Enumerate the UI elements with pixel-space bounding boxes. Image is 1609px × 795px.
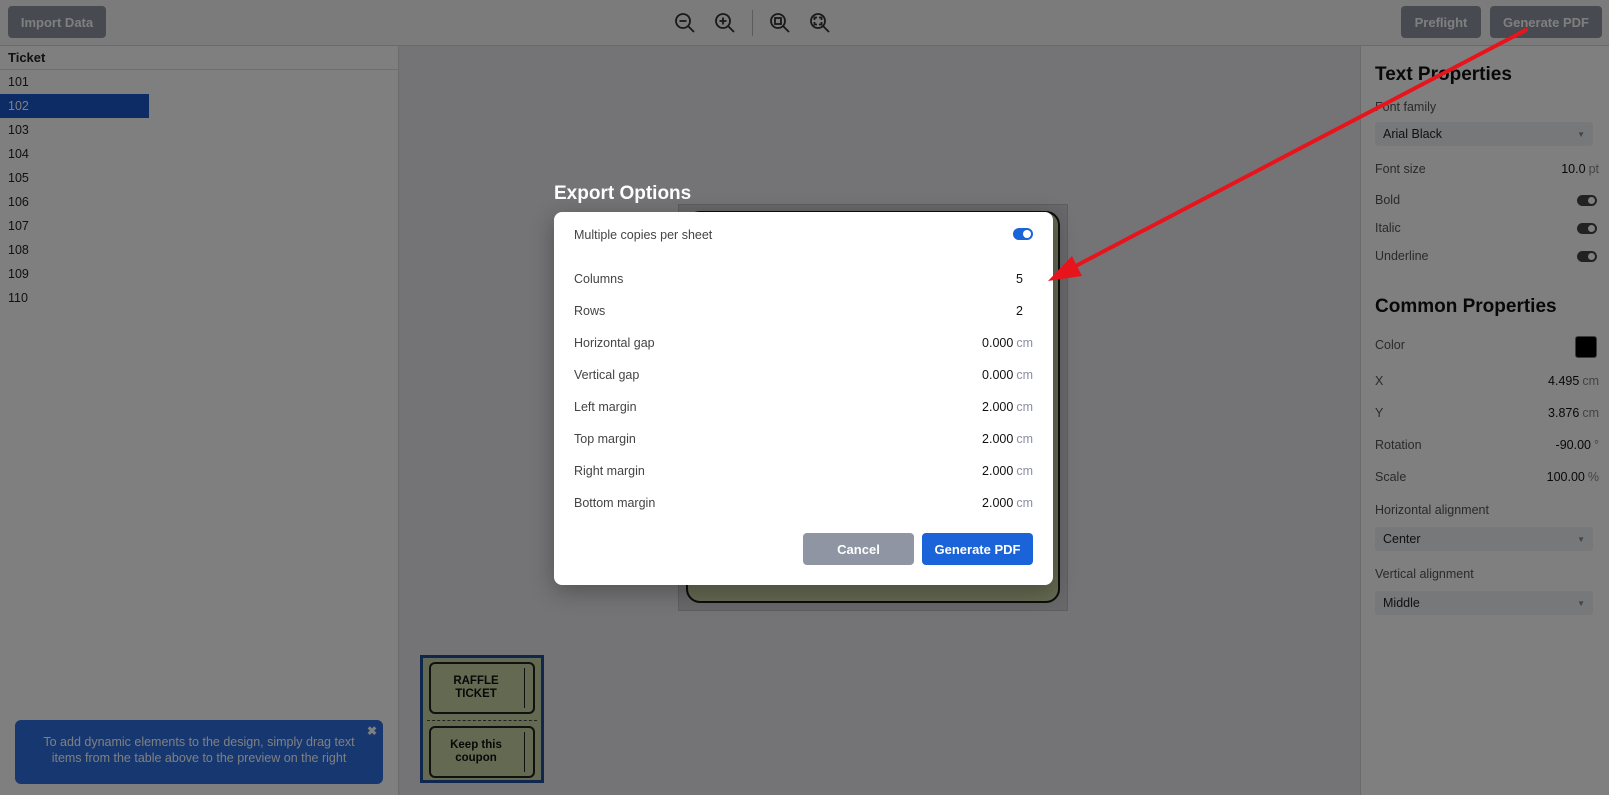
generate-pdf-button[interactable]: Generate PDF — [922, 533, 1033, 565]
right-margin-input[interactable]: 2.000 cm — [982, 464, 1033, 478]
left-margin-unit: cm — [1016, 400, 1033, 414]
top-margin-input[interactable]: 2.000 cm — [982, 432, 1033, 446]
rows-label: Rows — [574, 304, 606, 318]
columns-label: Columns — [574, 272, 624, 286]
right-margin-unit: cm — [1016, 464, 1033, 478]
top-margin-unit: cm — [1016, 432, 1033, 446]
vertical-gap-label: Vertical gap — [574, 368, 640, 382]
right-margin-label: Right margin — [574, 464, 645, 478]
export-options-title: Export Options — [554, 183, 692, 204]
vertical-gap-value: 0.000 — [982, 368, 1014, 382]
horizontal-gap-label: Horizontal gap — [574, 336, 655, 350]
left-margin-input[interactable]: 2.000 cm — [982, 400, 1033, 414]
horizontal-gap-unit: cm — [1016, 336, 1033, 350]
multiple-copies-toggle[interactable] — [1013, 228, 1033, 240]
left-margin-value: 2.000 — [982, 400, 1014, 414]
columns-input[interactable]: 5 — [1016, 272, 1023, 286]
bottom-margin-value: 2.000 — [982, 496, 1014, 510]
vertical-gap-unit: cm — [1016, 368, 1033, 382]
bottom-margin-input[interactable]: 2.000 cm — [982, 496, 1033, 510]
cancel-button[interactable]: Cancel — [803, 533, 914, 565]
top-margin-value: 2.000 — [982, 432, 1014, 446]
left-margin-label: Left margin — [574, 400, 637, 414]
bottom-margin-label: Bottom margin — [574, 496, 656, 510]
rows-input[interactable]: 2 — [1016, 304, 1023, 318]
bottom-margin-unit: cm — [1016, 496, 1033, 510]
right-margin-value: 2.000 — [982, 464, 1014, 478]
top-margin-label: Top margin — [574, 432, 636, 446]
horizontal-gap-input[interactable]: 0.000 cm — [982, 336, 1033, 350]
multiple-copies-label: Multiple copies per sheet — [574, 228, 713, 242]
export-options-dialog: Multiple copies per sheet Columns 5 Rows… — [554, 212, 1053, 585]
vertical-gap-input[interactable]: 0.000 cm — [982, 368, 1033, 382]
horizontal-gap-value: 0.000 — [982, 336, 1014, 350]
